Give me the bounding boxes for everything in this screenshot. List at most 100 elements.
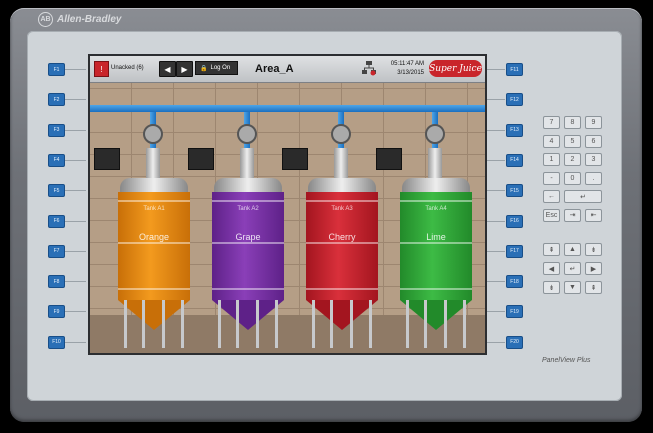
lock-icon: 🔒 [200, 65, 208, 72]
keypad-key[interactable]: . [585, 171, 602, 185]
function-key-leader [485, 99, 505, 101]
motor-icon[interactable] [188, 148, 214, 170]
motor-icon[interactable] [94, 148, 120, 170]
keypad-key[interactable]: ⇤ [585, 208, 602, 222]
keypad-key[interactable]: 2 [564, 153, 581, 166]
function-key-f4[interactable]: F4 [48, 153, 65, 167]
valve-icon[interactable] [237, 124, 257, 144]
unacked-alarms[interactable]: Unacked (6) [111, 65, 144, 71]
area-title: Area_A [255, 63, 294, 75]
tank-product: Grape [235, 232, 261, 242]
keypad-key[interactable]: 4 [543, 134, 560, 148]
navigation-key[interactable]: ▼ [564, 281, 581, 294]
function-key-f12[interactable]: F12 [506, 93, 523, 107]
function-key-f18[interactable]: F18 [506, 275, 523, 289]
tank-lid [402, 178, 470, 192]
navigation-key[interactable]: ⇞ [585, 281, 602, 294]
keypad-key[interactable]: 9 [585, 116, 602, 129]
function-key-leader [65, 311, 86, 313]
keypad-key[interactable]: 1 [543, 153, 560, 166]
navigation-key[interactable]: ▶ [585, 262, 602, 275]
navigation-key[interactable]: ⇟ [543, 281, 560, 294]
keypad-key[interactable]: 6 [585, 134, 602, 148]
function-key-f9[interactable]: F9 [48, 305, 65, 319]
function-key-leader [485, 341, 505, 343]
tank-product: Cherry [328, 232, 356, 242]
tank-product: Lime [426, 232, 446, 242]
keypad-key[interactable]: Esc [543, 208, 560, 222]
tank-name: Tank A2 [237, 206, 259, 212]
keypad-key[interactable]: ↵ [564, 190, 602, 203]
function-key-leader [485, 159, 505, 161]
tank-4[interactable]: Tank A4 Lime [376, 112, 476, 352]
process-area: Tank A1 Orange Tank A2 Grape Tank A3 Cherry Ta… [90, 83, 485, 353]
header-bar: ! Unacked (6) ◀ ▶ 🔒 Log On Area_A 05:11:4… [90, 56, 485, 83]
tank-name: Tank A4 [425, 206, 447, 212]
supply-pipe [90, 105, 485, 112]
keypad-key[interactable]: ⇥ [564, 208, 581, 222]
navigation-key[interactable]: ◀ [543, 262, 560, 275]
tank-legs [406, 300, 466, 348]
keypad-key[interactable]: ← [543, 190, 560, 203]
keypad-key[interactable]: 5 [564, 134, 581, 148]
tank-3[interactable]: Tank A3 Cherry [282, 112, 382, 352]
navigation-key[interactable]: ⇟ [585, 243, 602, 256]
function-key-leader [65, 220, 86, 222]
keypad-key[interactable]: 7 [543, 116, 560, 129]
function-key-leader [485, 129, 505, 131]
function-key-leader [65, 250, 86, 252]
function-key-f13[interactable]: F13 [506, 123, 523, 137]
tank-name: Tank A3 [331, 206, 353, 212]
function-key-leader [485, 69, 505, 70]
warning-icon[interactable]: ! [94, 61, 109, 77]
arrow-left-icon[interactable]: ◀ [159, 61, 176, 77]
function-key-f14[interactable]: F14 [506, 153, 523, 167]
navigation-key[interactable]: ↵ [564, 262, 581, 275]
logon-button[interactable]: 🔒 Log On [195, 61, 238, 75]
function-key-f5[interactable]: F5 [48, 184, 65, 198]
keypad-key[interactable]: 0 [564, 171, 581, 185]
valve-icon[interactable] [331, 124, 351, 144]
tank-body: Tank A1 Orange [118, 192, 190, 300]
model-label: PanelView Plus [542, 357, 591, 364]
function-key-leader [65, 190, 86, 192]
function-key-f10[interactable]: F10 [48, 335, 65, 349]
network-icon[interactable] [362, 61, 376, 76]
clock: 05:11:47 AM 3/13/2015 [390, 61, 424, 76]
function-key-f2[interactable]: F2 [48, 93, 65, 107]
keypad-key[interactable]: - [543, 171, 560, 185]
tank-1[interactable]: Tank A1 Orange [94, 112, 194, 352]
function-key-f8[interactable]: F8 [48, 275, 65, 289]
function-key-f6[interactable]: F6 [48, 214, 65, 228]
function-key-f15[interactable]: F15 [506, 184, 523, 198]
tank-body: Tank A2 Grape [212, 192, 284, 300]
navigation-key[interactable]: ⇞ [543, 243, 560, 256]
tank-2[interactable]: Tank A2 Grape [188, 112, 288, 352]
tank-lid [308, 178, 376, 192]
function-key-f16[interactable]: F16 [506, 214, 523, 228]
function-key-f3[interactable]: F3 [48, 123, 65, 137]
tank-lid [214, 178, 282, 192]
tank-body: Tank A4 Lime [400, 192, 472, 300]
keypad-key[interactable]: 3 [585, 153, 602, 166]
navigation-key[interactable]: ▲ [564, 243, 581, 256]
function-key-leader [485, 220, 505, 222]
motor-icon[interactable] [282, 148, 308, 170]
keypad-key[interactable]: 8 [564, 116, 581, 129]
function-key-f20[interactable]: F20 [506, 335, 523, 349]
agitator-shaft [240, 148, 254, 180]
valve-icon[interactable] [425, 124, 445, 144]
function-key-f17[interactable]: F17 [506, 244, 523, 258]
function-key-leader [485, 311, 505, 313]
brand-logo: AB Allen-Bradley [38, 12, 121, 27]
function-key-leader [65, 281, 86, 283]
arrow-right-icon[interactable]: ▶ [176, 61, 193, 77]
tank-name: Tank A1 [143, 206, 165, 212]
function-key-f7[interactable]: F7 [48, 244, 65, 258]
function-key-f11[interactable]: F11 [506, 63, 523, 76]
valve-icon[interactable] [143, 124, 163, 144]
function-key-leader [485, 190, 505, 192]
function-key-f1[interactable]: F1 [48, 63, 65, 76]
motor-icon[interactable] [376, 148, 402, 170]
function-key-f19[interactable]: F19 [506, 305, 523, 319]
